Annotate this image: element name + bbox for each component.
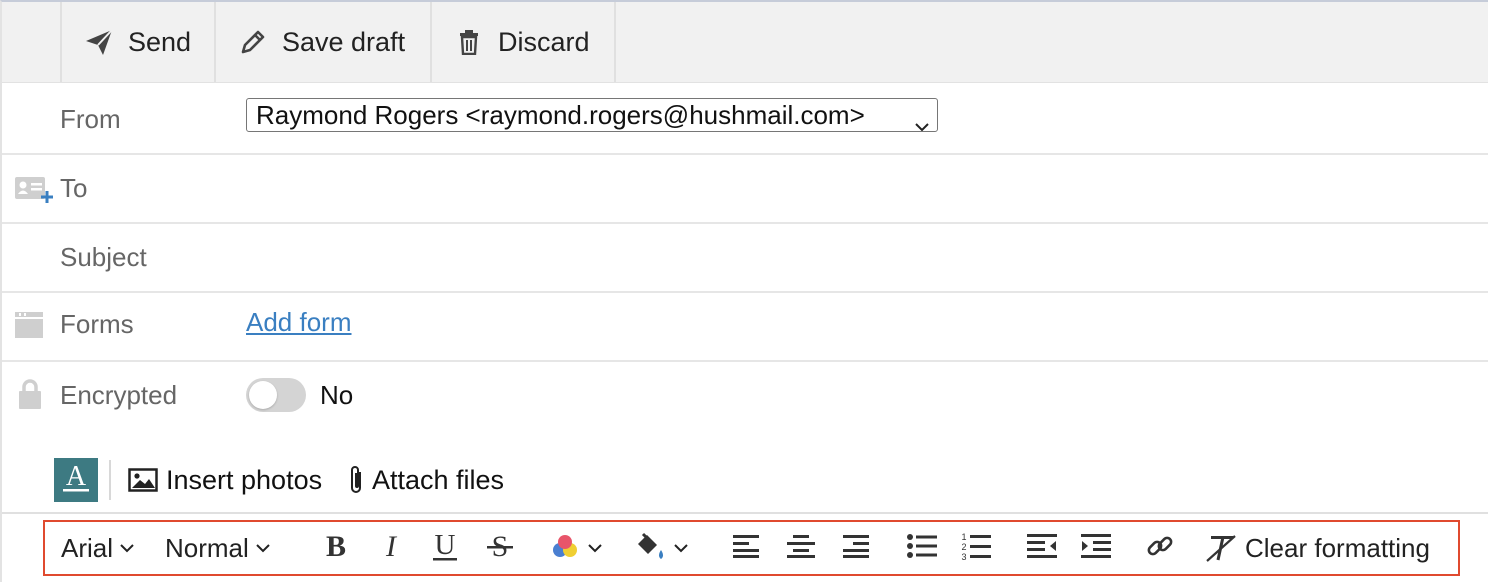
save-draft-label: Save draft (282, 26, 406, 57)
add-form-link[interactable]: Add form (246, 307, 352, 338)
send-button[interactable]: Send (62, 2, 216, 82)
bold-button[interactable]: B (323, 522, 349, 574)
paperclip-icon (348, 464, 366, 496)
subject-label: Subject (60, 242, 147, 272)
svg-text:U: U (435, 530, 456, 561)
link-icon (1145, 531, 1175, 566)
font-size-select[interactable]: Normal (165, 522, 271, 574)
encrypted-row: Encrypted No (2, 362, 1488, 432)
indent-button[interactable] (1081, 522, 1111, 574)
chevron-down-icon (255, 542, 271, 554)
underline-button[interactable]: U (431, 522, 459, 574)
outdent-icon (1027, 533, 1057, 564)
clear-formatting-button[interactable]: Clear formatting (1205, 522, 1430, 574)
toggle-knob (249, 381, 277, 409)
align-right-button[interactable] (841, 522, 869, 574)
discard-label: Discard (498, 26, 590, 57)
clear-formatting-label: Clear formatting (1245, 532, 1430, 563)
save-draft-button[interactable]: Save draft (216, 2, 432, 82)
align-right-icon (841, 533, 869, 564)
compose-window: Send Save draft Discard From Raymond Rog… (0, 0, 1488, 582)
font-size-value: Normal (165, 532, 249, 563)
chevron-down-icon (587, 542, 603, 554)
discard-button[interactable]: Discard (432, 2, 616, 82)
paper-plane-icon (82, 25, 116, 59)
compose-action-bar: Send Save draft Discard (2, 2, 1488, 83)
insert-bar: A Insert photos Attach files (2, 434, 1488, 512)
text-color-icon (549, 532, 581, 565)
svg-text:1: 1 (961, 532, 966, 542)
svg-text:A: A (66, 461, 87, 492)
from-label: From (60, 104, 121, 134)
underline-icon: U (431, 529, 459, 567)
numbered-list-icon: 123 (961, 531, 991, 566)
encrypted-toggle[interactable] (246, 378, 306, 412)
lock-icon (18, 378, 42, 415)
bulleted-list-button[interactable] (907, 522, 937, 574)
align-center-icon (787, 533, 815, 564)
to-label: To (60, 173, 88, 203)
attach-files-button[interactable]: Attach files (348, 462, 504, 498)
insert-photos-button[interactable]: Insert photos (128, 462, 322, 498)
encrypted-label: Encrypted (60, 380, 178, 410)
highlight-color-icon (633, 530, 667, 567)
encrypted-value: No (320, 380, 354, 410)
align-center-button[interactable] (787, 522, 815, 574)
attach-files-label: Attach files (372, 464, 505, 495)
formatting-toolbar-highlight: Arial Normal B I U S (43, 520, 1460, 576)
to-row[interactable]: To (2, 155, 1488, 224)
chevron-down-icon (119, 542, 135, 554)
text-format-button[interactable]: A (54, 458, 98, 502)
bulleted-list-icon (907, 533, 937, 564)
formatting-toolbar: Arial Normal B I U S (2, 512, 1488, 586)
svg-text:I: I (385, 531, 398, 561)
forms-row: Forms Add form (2, 293, 1488, 362)
insert-photos-label: Insert photos (166, 464, 323, 495)
trash-icon (452, 25, 486, 59)
subject-row[interactable]: Subject (2, 224, 1488, 293)
from-row: From Raymond Rogers <raymond.rogers@hush… (2, 82, 1488, 155)
font-family-select[interactable]: Arial (61, 522, 135, 574)
align-left-button[interactable] (733, 522, 761, 574)
add-contact-icon[interactable] (14, 175, 54, 210)
italic-button[interactable]: I (379, 522, 403, 574)
strikethrough-button[interactable]: S (485, 522, 515, 574)
outdent-button[interactable] (1027, 522, 1057, 574)
link-button[interactable] (1145, 522, 1175, 574)
clear-formatting-icon (1205, 533, 1241, 563)
from-select[interactable]: Raymond Rogers <raymond.rogers@hushmail.… (246, 98, 938, 132)
svg-text:2: 2 (961, 542, 966, 552)
insert-divider (109, 460, 111, 500)
image-icon (128, 468, 158, 492)
chevron-down-icon (673, 542, 689, 554)
align-left-icon (733, 533, 761, 564)
send-label: Send (128, 26, 192, 57)
strikethrough-icon: S (485, 530, 515, 567)
action-bar-gutter (2, 2, 62, 82)
text-format-icon: A (60, 461, 92, 500)
indent-icon (1081, 533, 1111, 564)
svg-text:B: B (326, 531, 346, 561)
pencil-icon (236, 25, 270, 59)
chevron-down-icon (914, 108, 930, 131)
from-select-value: Raymond Rogers <raymond.rogers@hushmail.… (256, 100, 865, 130)
forms-label: Forms (60, 309, 134, 339)
svg-text:3: 3 (961, 552, 966, 561)
bold-icon: B (323, 530, 349, 566)
italic-icon: I (379, 530, 403, 566)
font-family-value: Arial (61, 532, 114, 563)
forms-icon (14, 311, 44, 344)
highlight-color-button[interactable] (633, 522, 689, 574)
numbered-list-button[interactable]: 123 (961, 522, 991, 574)
text-color-button[interactable] (549, 522, 603, 574)
